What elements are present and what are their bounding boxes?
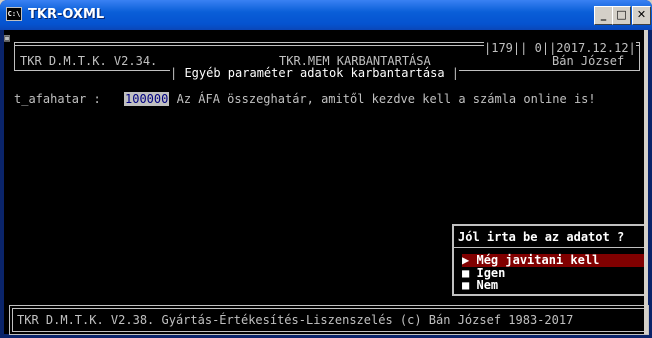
header-product: TKR D.M.T.K. V2.34. <box>20 54 158 68</box>
field-row: 100000 Az ÁFA összeghatár, amitől kezdve… <box>124 92 596 106</box>
confirm-dialog: Jól irta be az adatot ? ▶ Még javitani k… <box>452 224 648 296</box>
minimize-button[interactable]: _ <box>594 6 613 25</box>
footer-bar: TKR D.M.T.K. V2.38. Gyártás-Értékesítés-… <box>9 305 649 335</box>
field-name-label: t_afahatar : <box>14 92 101 106</box>
console-area[interactable]: ▣ TKR D.M.T.K. V2.34. TKR.MEM KARBANTART… <box>4 30 649 335</box>
maximize-button[interactable]: □ <box>612 6 631 25</box>
option-label: Nem <box>476 278 499 292</box>
header-user: Bán József <box>552 54 625 68</box>
header-subtitle: Egyéb paraméter adatok karbantartása <box>184 66 445 80</box>
dialog-separator <box>454 247 646 248</box>
close-button[interactable]: ✕ <box>632 6 651 25</box>
right-edge-strip <box>644 30 648 334</box>
dialog-title: Jól irta be az adatot ? <box>458 230 625 244</box>
footer-text: TKR D.M.T.K. V2.38. Gyártás-Értékesítés-… <box>17 313 574 327</box>
afahatar-input[interactable]: 100000 <box>124 92 170 106</box>
title-bar[interactable]: C:\ TKR-OXML _ □ ✕ <box>0 0 652 30</box>
header-counters: |179|| 0||2017.12.12| <box>484 41 636 55</box>
console-window: C:\ TKR-OXML _ □ ✕ ▣ TKR D.M.T.K. V2.34.… <box>0 0 652 338</box>
header-subtitle-frame: | Egyéb paraméter adatok karbantartása | <box>170 66 459 80</box>
header-border-left <box>14 42 15 71</box>
field-description: Az ÁFA összeghatár, amitől kezdve kell a… <box>176 92 596 106</box>
header-border-right <box>639 42 640 71</box>
console-app-icon[interactable]: C:\ <box>6 7 22 21</box>
pointer-arrow-icon: ▶ <box>462 253 470 267</box>
window-title: TKR-OXML <box>28 7 105 22</box>
option-label: Még javitani kell <box>476 253 600 267</box>
bullet-square-icon: ■ <box>462 278 470 292</box>
system-menu-icon[interactable]: ▣ <box>4 32 10 46</box>
option-no[interactable]: ■ Nem <box>462 279 646 292</box>
